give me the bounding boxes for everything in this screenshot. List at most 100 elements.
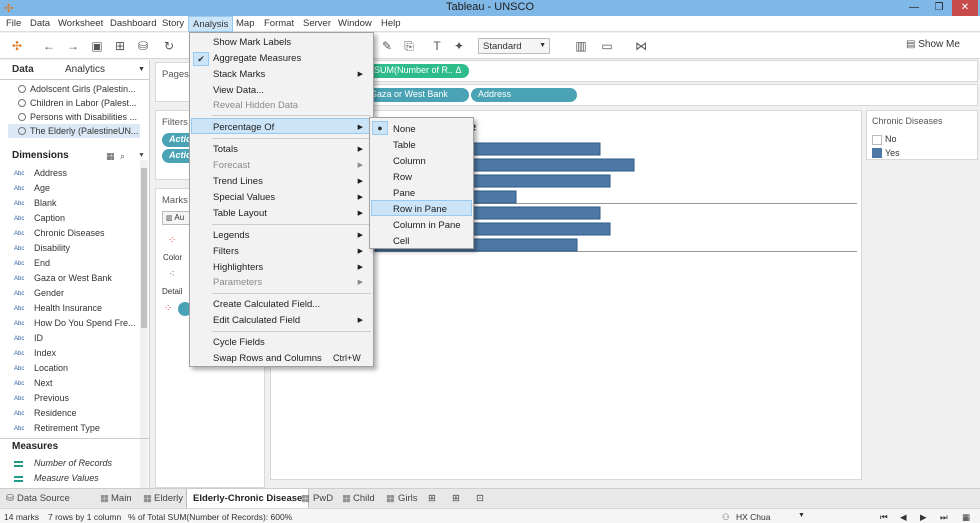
legend-item-no[interactable]: No (885, 134, 897, 144)
nav-first-icon[interactable]: ⏮ (880, 512, 888, 523)
menu-window[interactable]: Window (338, 18, 372, 29)
minimize-icon[interactable]: — (901, 0, 927, 16)
status-user[interactable]: HX Chua (736, 512, 771, 522)
menu-file[interactable]: File (6, 18, 21, 29)
menu-item-special-values[interactable]: Special Values (213, 192, 275, 203)
nav-next-icon[interactable]: ▶ (920, 512, 927, 523)
dimension-field[interactable]: Previous (34, 393, 69, 403)
tab-data[interactable]: Data (12, 64, 34, 75)
text-icon[interactable]: T (430, 39, 444, 53)
share-icon[interactable]: ⋈ (634, 39, 648, 53)
tab-elderly[interactable]: Elderly (154, 493, 183, 504)
dimension-field[interactable]: End (34, 258, 50, 268)
menu-item-legends[interactable]: Legends (213, 230, 249, 241)
close-icon[interactable]: ✕ (952, 0, 978, 16)
chevron-down-icon[interactable]: ▼ (138, 152, 145, 159)
new-story-icon[interactable]: ⊡ (476, 493, 484, 504)
columns-shelf[interactable]: SUM(Number of R.. Δ (270, 60, 978, 82)
menu-item-totals[interactable]: Totals (213, 144, 238, 155)
dimension-field[interactable]: Chronic Diseases (34, 228, 105, 238)
measure-field[interactable]: Measure Values (34, 473, 99, 483)
chevron-down-icon[interactable]: ▼ (798, 512, 805, 519)
legend-item-yes[interactable]: Yes (885, 148, 900, 158)
dimension-field[interactable]: Residence (34, 408, 77, 418)
datasource-item[interactable]: Children in Labor (Palest... (30, 98, 137, 108)
dimension-field[interactable]: Health Insurance (34, 303, 102, 313)
rows-shelf[interactable]: Gaza or West Bank Address (270, 84, 978, 106)
submenu-item-column[interactable]: Column (393, 156, 426, 167)
dimension-field[interactable]: Index (34, 348, 56, 358)
chevron-down-icon[interactable]: ▼ (138, 66, 145, 73)
dimension-field[interactable]: Next (34, 378, 53, 388)
menu-item-trend-lines[interactable]: Trend Lines (213, 176, 263, 187)
submenu-item-cell[interactable]: Cell (393, 236, 409, 247)
menu-map[interactable]: Map (236, 18, 254, 29)
menu-item-view-data[interactable]: View Data... (213, 85, 264, 96)
tab-main[interactable]: Main (111, 493, 132, 504)
color-legend[interactable]: Chronic Diseases No Yes (866, 110, 978, 160)
submenu-item-pane[interactable]: Pane (393, 188, 415, 199)
tab-elderly-chronic-disease[interactable]: Elderly-Chronic Disease (186, 489, 310, 509)
dimension-field[interactable]: How Do You Spend Fre... (34, 318, 136, 328)
dimension-field[interactable]: Gaza or West Bank (34, 273, 112, 283)
tab-pwd[interactable]: PwD (313, 493, 333, 504)
annotate-icon[interactable]: ✎ (380, 39, 394, 53)
dimension-field[interactable]: Caption (34, 213, 65, 223)
tab-girls[interactable]: Girls (398, 493, 418, 504)
menu-item-filters[interactable]: Filters (213, 246, 239, 257)
dimension-field[interactable]: Location (34, 363, 68, 373)
menu-dashboard[interactable]: Dashboard (110, 18, 156, 29)
menu-item-show-mark-labels[interactable]: Show Mark Labels (213, 37, 291, 48)
menu-format[interactable]: Format (264, 18, 294, 29)
color-button[interactable]: ⁘ Color (160, 233, 188, 265)
grid-view-icon[interactable]: ▦ (962, 512, 970, 523)
dimension-field[interactable]: Blank (34, 198, 57, 208)
fit-dropdown[interactable]: Standard ▼ (478, 38, 550, 54)
new-datasource-icon[interactable]: ⊞ (113, 39, 127, 53)
menu-story[interactable]: Story (162, 18, 184, 29)
columns-pill[interactable]: SUM(Number of R.. Δ (367, 64, 469, 78)
menu-item-table-layout[interactable]: Table Layout (213, 208, 267, 219)
save-icon[interactable]: ▣ (90, 39, 104, 53)
datasource-item[interactable]: Persons with Disabilities ... (30, 112, 137, 122)
detail-button[interactable]: ⁖ Detail (160, 267, 188, 299)
submenu-item-table[interactable]: Table (393, 140, 416, 151)
menu-item-create-calculated-field[interactable]: Create Calculated Field... (213, 299, 320, 310)
tab-analytics[interactable]: Analytics (65, 64, 105, 75)
dimension-field[interactable]: ID (34, 333, 43, 343)
measure-field[interactable]: Number of Records (34, 458, 112, 468)
redo-icon[interactable]: → (66, 39, 80, 53)
menu-item-aggregate-measures[interactable]: Aggregate Measures (213, 53, 301, 64)
dimension-field[interactable]: Retirement Type (34, 423, 100, 433)
dimensions-scrollbar[interactable] (140, 160, 148, 490)
dimension-field[interactable]: Disability (34, 243, 70, 253)
menu-item-cycle-fields[interactable]: Cycle Fields (213, 337, 265, 348)
menu-help[interactable]: Help (381, 18, 401, 29)
rows-pill[interactable]: Address (471, 88, 577, 102)
attach-icon[interactable]: ⎘ (402, 39, 416, 53)
menu-item-percentage-of[interactable]: Percentage Of (213, 122, 274, 133)
menu-analysis[interactable]: Analysis (188, 16, 234, 32)
scrollbar-thumb[interactable] (141, 168, 147, 328)
menu-worksheet[interactable]: Worksheet (58, 18, 103, 29)
tab-child[interactable]: Child (353, 493, 375, 504)
menu-data[interactable]: Data (30, 18, 50, 29)
nav-last-icon[interactable]: ⏭ (940, 512, 948, 523)
submenu-item-row-in-pane[interactable]: Row in Pane (393, 204, 447, 215)
menu-item-highlighters[interactable]: Highlighters (213, 262, 263, 273)
dimension-field[interactable]: Age (34, 183, 50, 193)
datasource-selected[interactable]: The Elderly (PalestineUN... (8, 124, 140, 138)
search-icon[interactable]: ⌕ (120, 151, 125, 162)
nav-prev-icon[interactable]: ◀ (900, 512, 907, 523)
menu-item-edit-calculated-field[interactable]: Edit Calculated Field (213, 315, 300, 326)
new-worksheet-icon[interactable]: ⊞ (428, 493, 436, 504)
refresh-icon[interactable]: ↻ (162, 39, 176, 53)
submenu-item-row[interactable]: Row (393, 172, 412, 183)
maximize-icon[interactable]: ❐ (926, 0, 952, 16)
menu-item-swap-rows-columns[interactable]: Swap Rows and Columns (213, 353, 322, 364)
chart-cards-icon[interactable]: ▥ (574, 39, 588, 53)
menu-item-stack-marks[interactable]: Stack Marks (213, 69, 265, 80)
view-toggle-icon[interactable]: ▦ (106, 151, 115, 162)
tab-data-source[interactable]: Data Source (17, 493, 70, 504)
rows-pill[interactable]: Gaza or West Bank (363, 88, 469, 102)
